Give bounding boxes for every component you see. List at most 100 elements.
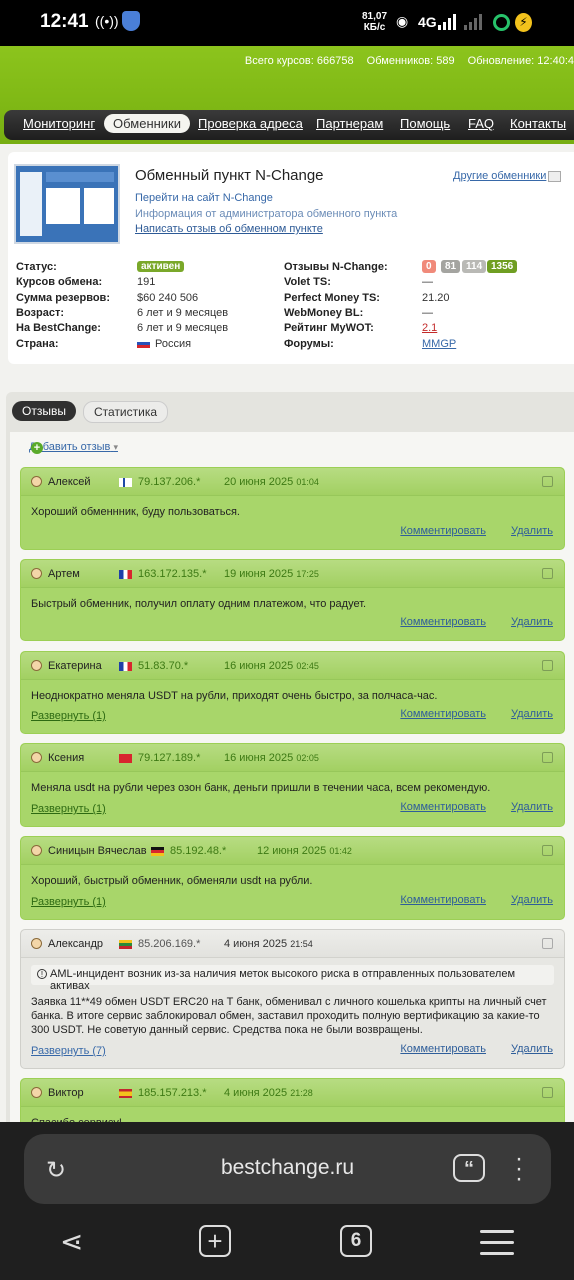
copy-link-icon[interactable] (542, 568, 553, 579)
delete-link[interactable]: Удалить (511, 708, 553, 720)
review-header: Александр 85.206.169.* 4 июня 2025 21:54 (21, 930, 564, 958)
forums-label: Форумы: (284, 338, 334, 350)
network-type: 4G (418, 14, 437, 30)
nav-address-check[interactable]: Проверка адреса (198, 116, 303, 131)
on-bestchange-value: 6 лет и 9 месяцев (137, 322, 229, 334)
nav-exchangers[interactable]: Обменники (104, 114, 191, 133)
copy-link-icon[interactable] (542, 752, 553, 763)
copy-link-icon[interactable] (542, 1087, 553, 1098)
other-exchangers-link[interactable]: Другие обменники (453, 170, 546, 182)
courses-label: Курсов обмена: (16, 276, 103, 288)
add-review-link[interactable]: + Добавить отзыв ▾ (29, 441, 118, 454)
clock: 12:41 (40, 11, 89, 32)
tab-reviews[interactable]: Отзывы (12, 401, 76, 421)
review-date: 16 июня 2025 02:05 (224, 752, 319, 764)
comment-link[interactable]: Комментировать (400, 1043, 486, 1055)
shield-app-icon (122, 11, 140, 31)
comment-link[interactable]: Комментировать (400, 525, 486, 537)
write-review-link[interactable]: Написать отзыв об обменном пункте (135, 223, 323, 235)
review-card-claim: Александр 85.206.169.* 4 июня 2025 21:54… (20, 929, 565, 1069)
review-card: Синицын Вячеслав 85.192.48.* 12 июня 202… (20, 836, 565, 920)
review-date: 12 июня 2025 01:42 (257, 845, 352, 857)
review-header: Алексей 79.137.206.* 20 июня 2025 01:04 (21, 468, 564, 496)
review-date: 19 июня 2025 17:25 (224, 568, 319, 580)
tab-statistics[interactable]: Статистика (83, 401, 169, 423)
battery-ring-icon (493, 14, 510, 31)
address-bar[interactable]: ↻ bestchange.ru “ · · · (24, 1134, 551, 1204)
age-value: 6 лет и 9 месяцев (137, 307, 229, 319)
tabs-count-button[interactable]: 6 (340, 1225, 372, 1257)
reviewer-ip: 185.157.213.* (138, 1087, 207, 1099)
status-bar: 12:41 ((•)) 81,07 КБ/с ◉ 4G ⚡ (0, 0, 574, 46)
admin-info-link[interactable]: Информация от администратора обменного п… (135, 208, 397, 220)
review-date: 20 июня 2025 01:04 (224, 476, 319, 488)
neutral-reviews-badge[interactable]: 114 (462, 260, 487, 273)
total-exchangers: Обменников: 589 (366, 55, 455, 67)
user-icon (31, 845, 42, 856)
plus-icon: + (31, 442, 43, 454)
more-options-icon[interactable]: · · · (515, 1147, 523, 1191)
time-text: 01:04 (296, 477, 319, 487)
forum-link[interactable]: MMGP (422, 338, 456, 350)
review-date: 4 июня 2025 21:28 (224, 1087, 313, 1099)
delete-link[interactable]: Удалить (511, 1043, 553, 1055)
reviews-label: Отзывы N-Change: (284, 261, 388, 273)
nav-contacts[interactable]: Контакты (510, 116, 566, 131)
review-text: Хороший обменнник, буду пользоваться. (31, 506, 240, 518)
germany-flag-icon (151, 847, 164, 856)
site-header: Всего курсов: 666758 Обменников: 589 Обн… (0, 46, 574, 144)
site-thumbnail[interactable] (14, 164, 120, 244)
nav-help[interactable]: Помощь (400, 116, 450, 131)
comment-link[interactable]: Комментировать (400, 708, 486, 720)
reviewer-name: Екатерина (48, 660, 102, 672)
expand-link[interactable]: Развернуть (1) (31, 710, 106, 722)
switzerland-flag-icon (119, 754, 132, 763)
charging-icon: ⚡ (515, 13, 532, 32)
courses-value: 191 (137, 276, 156, 288)
info-icon: ! (37, 969, 47, 979)
delete-link[interactable]: Удалить (511, 616, 553, 628)
signal-2-icon (464, 14, 484, 30)
positive-reviews-badge[interactable]: 1356 (487, 260, 518, 273)
review-text: Меняла usdt на рубли через озон банк, де… (31, 782, 491, 794)
new-tab-icon[interactable]: + (199, 1225, 231, 1257)
site-stats: Всего курсов: 666758 Обменников: 589 Обн… (235, 55, 574, 67)
share-icon[interactable]: ⋖ (60, 1225, 83, 1258)
reserves-label: Сумма резервов: (16, 292, 110, 304)
user-icon (31, 476, 42, 487)
comment-link[interactable]: Комментировать (400, 801, 486, 813)
total-courses: Всего курсов: 666758 (244, 55, 354, 67)
delete-link[interactable]: Удалить (511, 894, 553, 906)
expand-link[interactable]: Развернуть (7) (31, 1045, 106, 1057)
delete-link[interactable]: Удалить (511, 525, 553, 537)
country-name: Россия (155, 338, 192, 350)
negative-reviews-badge[interactable]: 0 (422, 260, 436, 273)
menu-icon[interactable] (480, 1230, 514, 1263)
review-card: Екатерина 51.83.70.* 16 июня 2025 02:45 … (20, 651, 565, 734)
copy-link-icon[interactable] (542, 476, 553, 487)
claims-badge[interactable]: 81 (441, 260, 461, 273)
nav-faq[interactable]: FAQ (468, 116, 494, 131)
expand-link[interactable]: Развернуть (1) (31, 803, 106, 815)
delete-link[interactable]: Удалить (511, 801, 553, 813)
review-text: Быстрый обменник, получил оплату одним п… (31, 598, 367, 610)
reviewer-name: Александр (48, 938, 104, 950)
nav-partners[interactable]: Партнерам (316, 116, 383, 131)
chevron-down-icon: ▾ (113, 442, 118, 452)
copy-link-icon[interactable] (542, 845, 553, 856)
quote-icon[interactable]: “ (453, 1154, 485, 1182)
copy-link-icon[interactable] (542, 660, 553, 671)
time-text: 02:05 (296, 753, 319, 763)
list-icon[interactable] (548, 171, 561, 182)
aml-notice: ! AML-инцидент возник из-за наличия мето… (31, 965, 554, 992)
visit-site-link[interactable]: Перейти на сайт N-Change (135, 192, 273, 204)
date-text: 16 июня 2025 (224, 752, 294, 764)
copy-link-icon[interactable] (542, 938, 553, 949)
comment-link[interactable]: Комментировать (400, 894, 486, 906)
on-bestchange-label: На BestChange: (16, 322, 101, 334)
mywot-rating-link[interactable]: 2.1 (422, 322, 437, 334)
comment-link[interactable]: Комментировать (400, 616, 486, 628)
review-card: Ксения 79.127.189.* 16 июня 2025 02:05 М… (20, 743, 565, 827)
nav-monitoring[interactable]: Мониторинг (23, 116, 95, 131)
expand-link[interactable]: Развернуть (1) (31, 896, 106, 908)
